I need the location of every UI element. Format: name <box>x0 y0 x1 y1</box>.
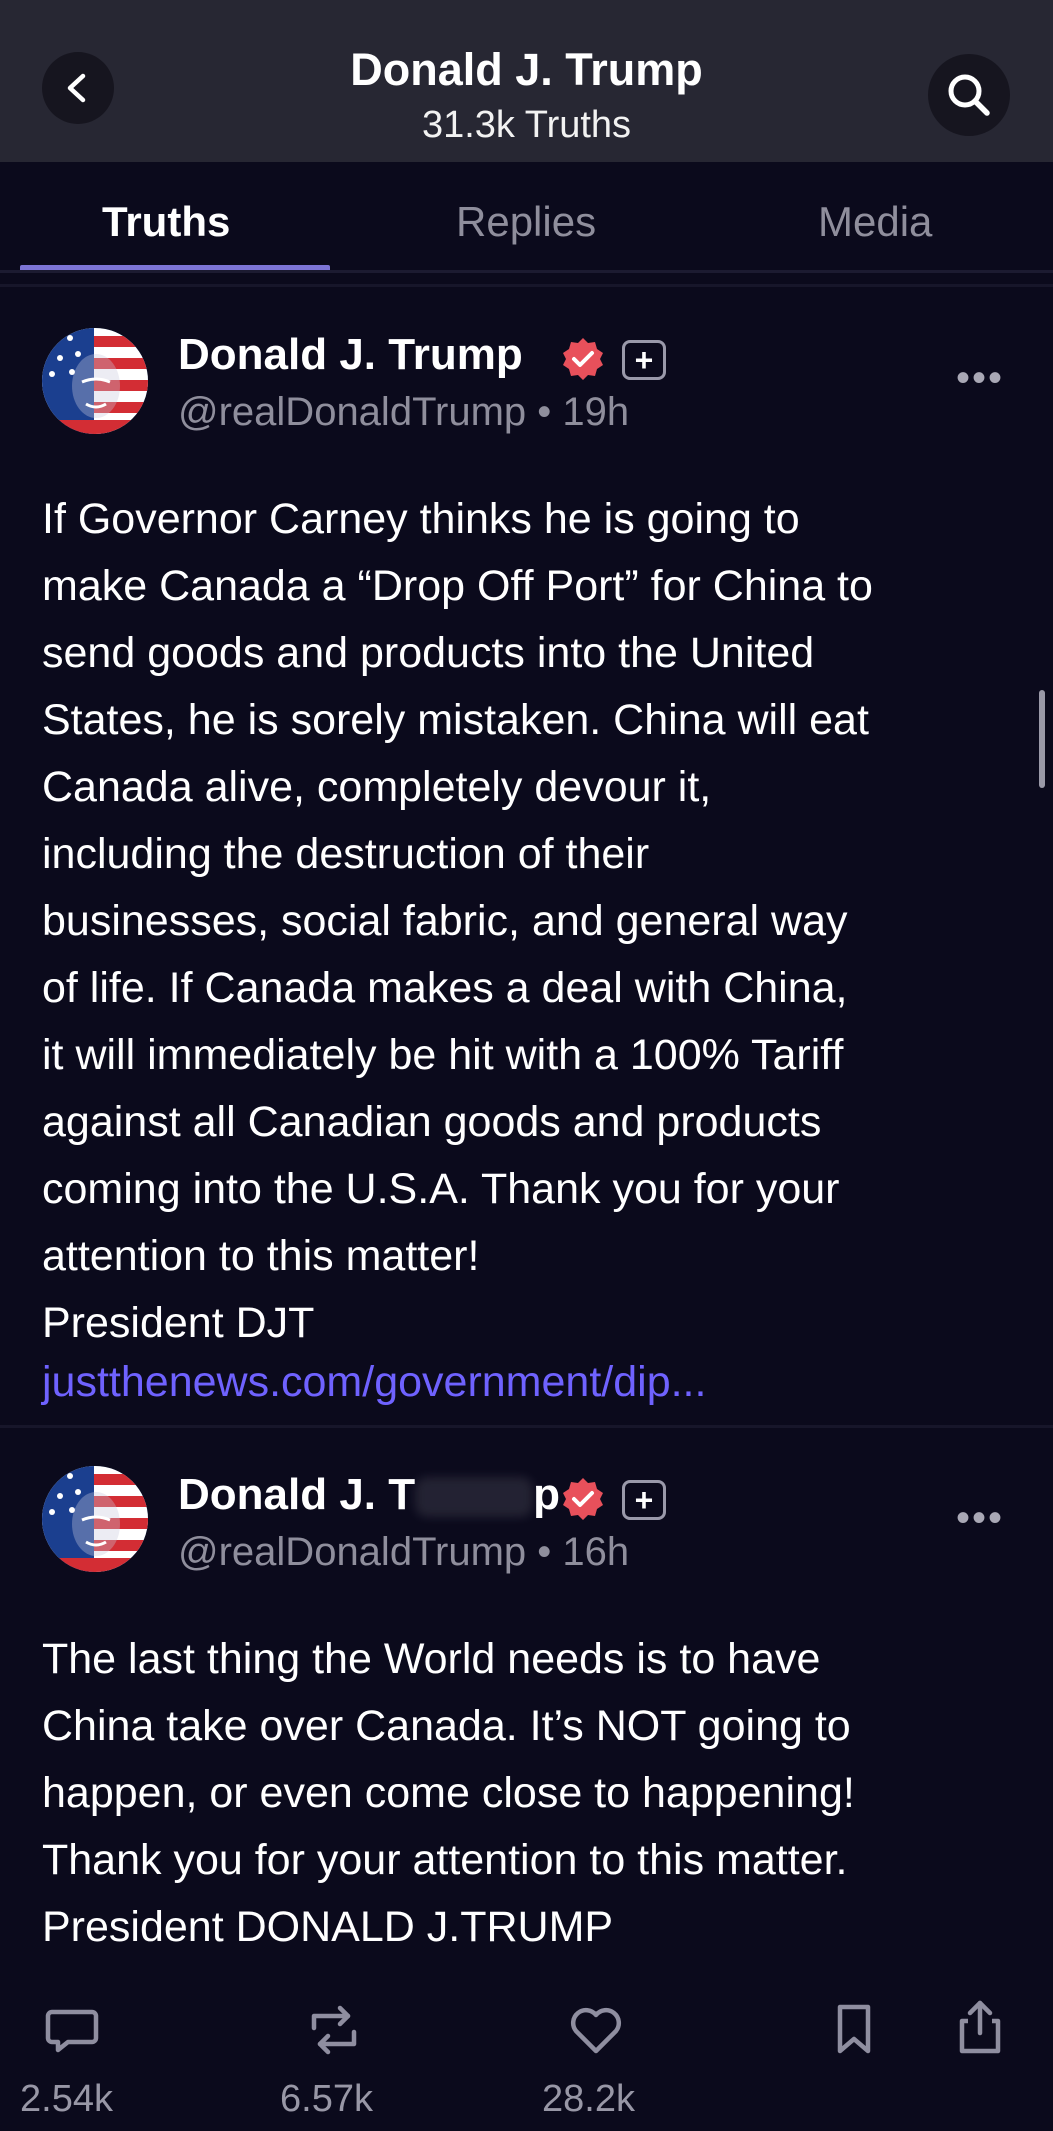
verified-badge-icon <box>563 1478 603 1520</box>
post-line: States, he is sorely mistaken. China wil… <box>42 696 869 744</box>
search-icon <box>948 74 990 116</box>
tab-media[interactable]: Media <box>818 198 932 246</box>
obscured-text <box>415 1477 534 1518</box>
avatar[interactable] <box>42 328 148 434</box>
avatar-image <box>42 1466 148 1572</box>
reply-count: 2.54k <box>20 2078 113 2120</box>
retruth-button[interactable] <box>302 2000 366 2060</box>
post-line: China take over Canada. It’s NOT going t… <box>42 1702 851 1750</box>
like-button[interactable] <box>564 2000 628 2060</box>
post-card[interactable]: Donald J. T p + @realDonaldTrump • 16h ••… <box>0 1430 1053 2131</box>
profile-header: Donald J. Trump 31.3k Truths <box>0 0 1053 162</box>
retruth-icon <box>311 2005 357 2055</box>
author-handle-time: @realDonaldTrump • 16h <box>178 1530 630 1574</box>
more-icon[interactable]: ••• <box>956 1496 1004 1541</box>
post-line: including the destruction of their <box>42 830 650 878</box>
post-line: The last thing the World needs is to hav… <box>42 1635 821 1683</box>
author-name-end: p <box>533 1470 561 1519</box>
search-button[interactable] <box>928 54 1010 136</box>
post-link[interactable]: justthenews.com/government/dip... <box>42 1358 706 1407</box>
author-name[interactable]: Donald J. Trump <box>178 330 523 380</box>
author-name[interactable]: Donald J. T p <box>178 1470 560 1520</box>
truths-count: 31.3k Truths <box>421 104 632 146</box>
plus-icon[interactable]: + <box>622 340 666 380</box>
avatar-image <box>42 328 148 434</box>
post-body: The last thing the World needs is to hav… <box>42 1626 1022 1961</box>
post-line: If Governor Carney thinks he is going to <box>42 495 800 543</box>
reply-button[interactable] <box>42 2000 102 2060</box>
post-card[interactable]: Donald J. Trump + @realDonaldTrump • 19h… <box>0 290 1053 1425</box>
verified-badge-icon <box>563 338 603 380</box>
post-line: attention to this matter! <box>42 1232 480 1280</box>
post-line: President DJT <box>42 1299 315 1347</box>
bookmark-button[interactable] <box>826 2000 882 2060</box>
scrollbar[interactable] <box>1039 690 1045 788</box>
author-name-visible: Donald J. T <box>178 1470 416 1519</box>
share-button[interactable] <box>950 1996 1010 2060</box>
profile-tabs: Truths Replies Media <box>0 162 1053 273</box>
author-handle-time: @realDonaldTrump • 19h <box>178 390 630 434</box>
post-line: businesses, social fabric, and general w… <box>42 897 848 945</box>
post-line: it will immediately be hit with a 100% T… <box>42 1031 844 1079</box>
post-line: against all Canadian goods and products <box>42 1098 822 1146</box>
avatar[interactable] <box>42 1466 148 1572</box>
post-divider <box>0 1425 1053 1428</box>
tabs-divider <box>0 270 1053 273</box>
retruth-count: 6.57k <box>280 2078 373 2120</box>
post-line: happen, or even come close to happening! <box>42 1769 855 1817</box>
post-line: coming into the U.S.A. Thank you for you… <box>42 1165 840 1213</box>
tab-replies[interactable]: Replies <box>456 198 596 246</box>
post-line: Canada alive, completely devour it, <box>42 763 712 811</box>
post-line: make Canada a “Drop Off Port” for China … <box>42 562 873 610</box>
post-line: of life. If Canada makes a deal with Chi… <box>42 964 848 1012</box>
post-body: If Governor Carney thinks he is going to… <box>42 486 1022 1357</box>
heart-icon <box>570 2007 622 2054</box>
reply-icon <box>45 2009 99 2053</box>
post-line: President DONALD J.TRUMP <box>42 1903 614 1951</box>
more-icon[interactable]: ••• <box>956 356 1004 401</box>
profile-title: Donald J. Trump <box>350 44 703 95</box>
bookmark-icon <box>837 2004 871 2054</box>
post-line: send goods and products into the United <box>42 629 815 677</box>
tab-truths[interactable]: Truths <box>102 198 230 246</box>
plus-icon[interactable]: + <box>622 1480 666 1520</box>
like-count: 28.2k <box>542 2078 635 2120</box>
feed-divider <box>0 284 1053 287</box>
post-line: Thank you for your attention to this mat… <box>42 1836 848 1884</box>
share-icon <box>959 2000 1001 2054</box>
